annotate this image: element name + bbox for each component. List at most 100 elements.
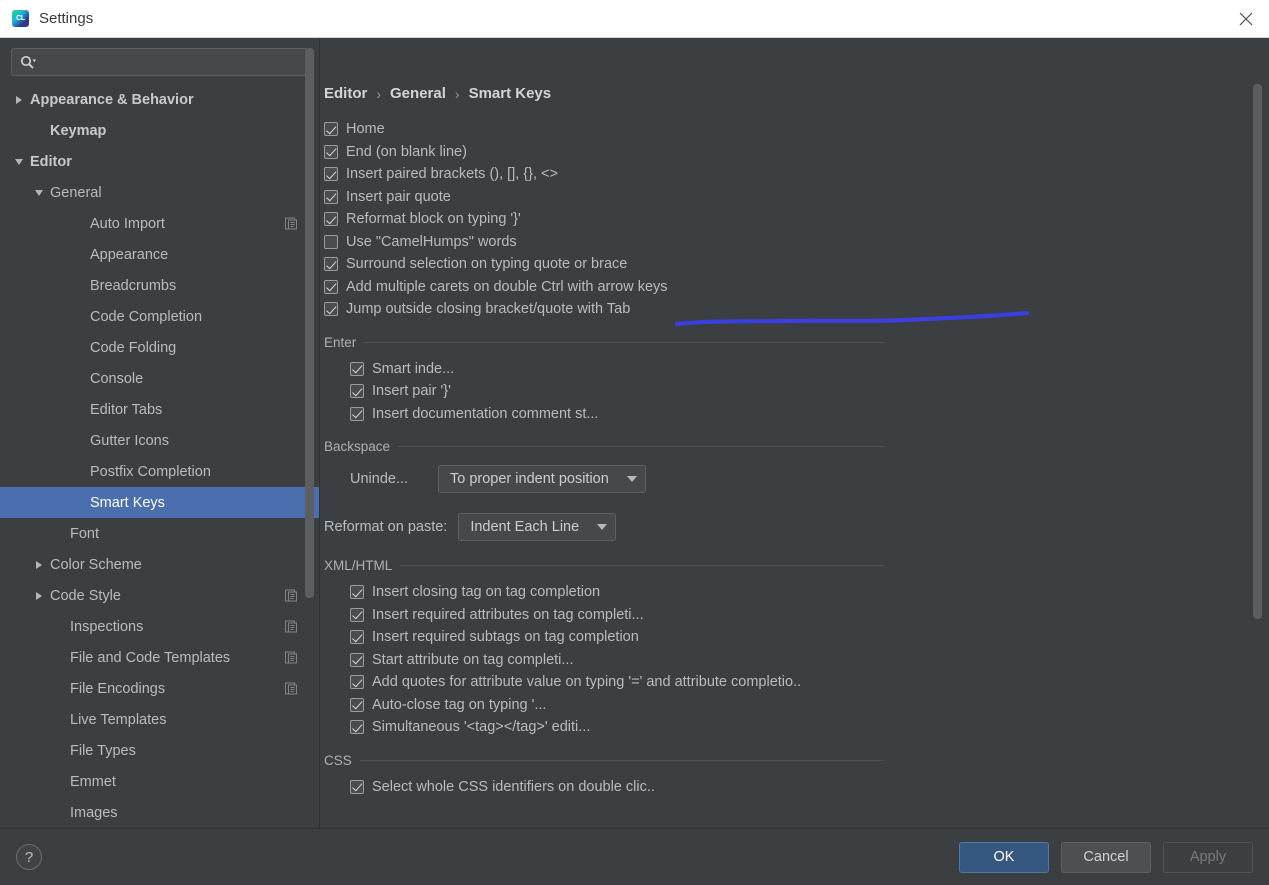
close-icon[interactable] <box>1223 0 1269 37</box>
sidebar-item-gutter-icons[interactable]: Gutter Icons <box>0 425 320 456</box>
settings-tree: Appearance & Behavior Keymap Editor General… <box>0 84 320 828</box>
checkbox-row[interactable]: Surround selection on typing quote or br… <box>324 253 1269 276</box>
checkbox-checked-icon[interactable] <box>350 361 364 376</box>
sidebar-item-file-and-code-templates[interactable]: File and Code Templates <box>0 642 320 673</box>
checkbox-label: Smart inde... <box>372 360 455 377</box>
twisty[interactable] <box>28 560 50 569</box>
twisty[interactable] <box>8 95 30 104</box>
sidebar-item-images[interactable]: Images <box>0 797 320 828</box>
sidebar-item-editor-tabs[interactable]: Editor Tabs <box>0 394 320 425</box>
checkbox-checked-icon[interactable] <box>324 189 338 204</box>
sidebar-scrollbar[interactable] <box>305 48 314 598</box>
checkbox-checked-icon[interactable] <box>350 652 364 667</box>
checkbox-checked-icon[interactable] <box>324 167 338 182</box>
checkbox-checked-icon[interactable] <box>324 302 338 317</box>
checkbox-unchecked-icon[interactable] <box>324 234 338 249</box>
breadcrumb-item-editor[interactable]: Editor <box>324 85 367 102</box>
checkbox-row[interactable]: Add quotes for attribute value on typing… <box>324 671 1269 694</box>
main-scrollbar[interactable] <box>1253 84 1262 619</box>
checkbox-checked-icon[interactable] <box>350 585 364 600</box>
checkbox-row[interactable]: Smart inde... <box>324 358 1269 381</box>
ok-button[interactable]: OK <box>959 841 1049 873</box>
copy-config-icon <box>285 682 298 695</box>
sidebar-item-breadcrumbs[interactable]: Breadcrumbs <box>0 270 320 301</box>
sidebar-item-code-folding[interactable]: Code Folding <box>0 332 320 363</box>
sidebar-item-emmet[interactable]: Emmet <box>0 766 320 797</box>
checkbox-row[interactable]: Auto-close tag on typing '... <box>324 694 1269 717</box>
sidebar-item-console[interactable]: Console <box>0 363 320 394</box>
settings-sidebar: Appearance & Behavior Keymap Editor General… <box>0 38 320 828</box>
checkbox-label: Reformat block on typing '}' <box>346 211 521 228</box>
checkbox-checked-icon[interactable] <box>324 144 338 159</box>
checkbox-row[interactable]: Insert documentation comment st... <box>324 403 1269 426</box>
checkbox-row[interactable]: Home <box>324 118 1269 141</box>
checkbox-row[interactable]: Add multiple carets on double Ctrl with … <box>324 276 1269 299</box>
sidebar-item-label: Auto Import <box>90 215 165 232</box>
group-header: Backspace <box>324 439 1269 454</box>
checkbox-checked-icon[interactable] <box>350 406 364 421</box>
sidebar-item-code-style[interactable]: Code Style <box>0 580 320 611</box>
group-title: Backspace <box>324 439 391 454</box>
checkbox-row[interactable]: Insert pair quote <box>324 186 1269 209</box>
checkbox-checked-icon[interactable] <box>350 779 364 794</box>
checkbox-row[interactable]: Jump outside closing bracket/quote with … <box>324 298 1269 321</box>
checkbox-checked-icon[interactable] <box>324 279 338 294</box>
sidebar-item-file-types[interactable]: File Types <box>0 735 320 766</box>
sidebar-item-label: Inspections <box>70 618 144 635</box>
cancel-button[interactable]: Cancel <box>1061 841 1151 873</box>
checkbox-checked-icon[interactable] <box>350 697 364 712</box>
search-box[interactable] <box>11 48 309 76</box>
checkbox-checked-icon[interactable] <box>350 630 364 645</box>
checkbox-row[interactable]: Insert required attributes on tag comple… <box>324 604 1269 627</box>
checkbox-label: Insert documentation comment st... <box>372 405 599 422</box>
checkbox-row[interactable]: Simultaneous '<tag></tag>' editi... <box>324 716 1269 739</box>
checkbox-row[interactable]: Insert closing tag on tag completion <box>324 581 1269 604</box>
checkbox-row[interactable]: Use "CamelHumps" words <box>324 231 1269 254</box>
checkbox-checked-icon[interactable] <box>324 212 338 227</box>
twisty[interactable] <box>8 158 30 165</box>
checkbox-label: Insert required attributes on tag comple… <box>372 606 644 623</box>
sidebar-item-label: Images <box>70 804 118 821</box>
checkbox-checked-icon[interactable] <box>324 122 338 137</box>
sidebar-item-smart-keys[interactable]: Smart Keys <box>0 487 320 518</box>
sidebar-item-color-scheme[interactable]: Color Scheme <box>0 549 320 580</box>
sidebar-item-auto-import[interactable]: Auto Import <box>0 208 320 239</box>
checkbox-row[interactable]: Select whole CSS identifiers on double c… <box>324 776 1269 799</box>
sidebar-item-label: Breadcrumbs <box>90 277 177 294</box>
checkbox-row[interactable]: End (on blank line) <box>324 141 1269 164</box>
twisty[interactable] <box>28 591 50 600</box>
checkbox-checked-icon[interactable] <box>350 607 364 622</box>
checkbox-row[interactable]: Insert paired brackets (), [], {}, <> <box>324 163 1269 186</box>
breadcrumb-item-general[interactable]: General <box>390 85 446 102</box>
checkbox-row[interactable]: Start attribute on tag completi... <box>324 649 1269 672</box>
sidebar-item-postfix-completion[interactable]: Postfix Completion <box>0 456 320 487</box>
smart-keys-content: Home End (on blank line) Insert paired bra… <box>320 84 1269 798</box>
unindent-select[interactable]: To proper indent position <box>438 465 646 493</box>
checkbox-checked-icon[interactable] <box>324 257 338 272</box>
group-title: CSS <box>324 752 352 768</box>
sidebar-item-code-completion[interactable]: Code Completion <box>0 301 320 332</box>
sidebar-item-inspections[interactable]: Inspections <box>0 611 320 642</box>
group-header: CSS <box>324 753 1269 768</box>
sidebar-item-file-encodings[interactable]: File Encodings <box>0 673 320 704</box>
checkbox-row[interactable]: Insert required subtags on tag completio… <box>324 626 1269 649</box>
search-input[interactable] <box>40 54 300 70</box>
sidebar-item-live-templates[interactable]: Live Templates <box>0 704 320 735</box>
checkbox-row[interactable]: Reformat block on typing '}' <box>324 208 1269 231</box>
sidebar-item-editor[interactable]: Editor <box>0 146 320 177</box>
breadcrumb: Editor › General › Smart Keys <box>324 85 551 102</box>
reformat-on-paste-select[interactable]: Indent Each Line <box>458 513 617 541</box>
checkbox-row[interactable]: Insert pair '}' <box>324 380 1269 403</box>
checkbox-checked-icon[interactable] <box>350 675 364 690</box>
checkbox-checked-icon[interactable] <box>350 720 364 735</box>
checkbox-checked-icon[interactable] <box>350 384 364 399</box>
sidebar-item-general[interactable]: General <box>0 177 320 208</box>
twisty[interactable] <box>28 189 50 196</box>
breadcrumb-item-smart-keys[interactable]: Smart Keys <box>469 85 552 102</box>
sidebar-item-keymap[interactable]: Keymap <box>0 115 320 146</box>
help-button[interactable]: ? <box>16 844 42 870</box>
sidebar-item-font[interactable]: Font <box>0 518 320 549</box>
sidebar-item-appearance[interactable]: Appearance <box>0 239 320 270</box>
sidebar-item-appearance-behavior[interactable]: Appearance & Behavior <box>0 84 320 115</box>
checkbox-label: Insert paired brackets (), [], {}, <> <box>346 166 558 183</box>
